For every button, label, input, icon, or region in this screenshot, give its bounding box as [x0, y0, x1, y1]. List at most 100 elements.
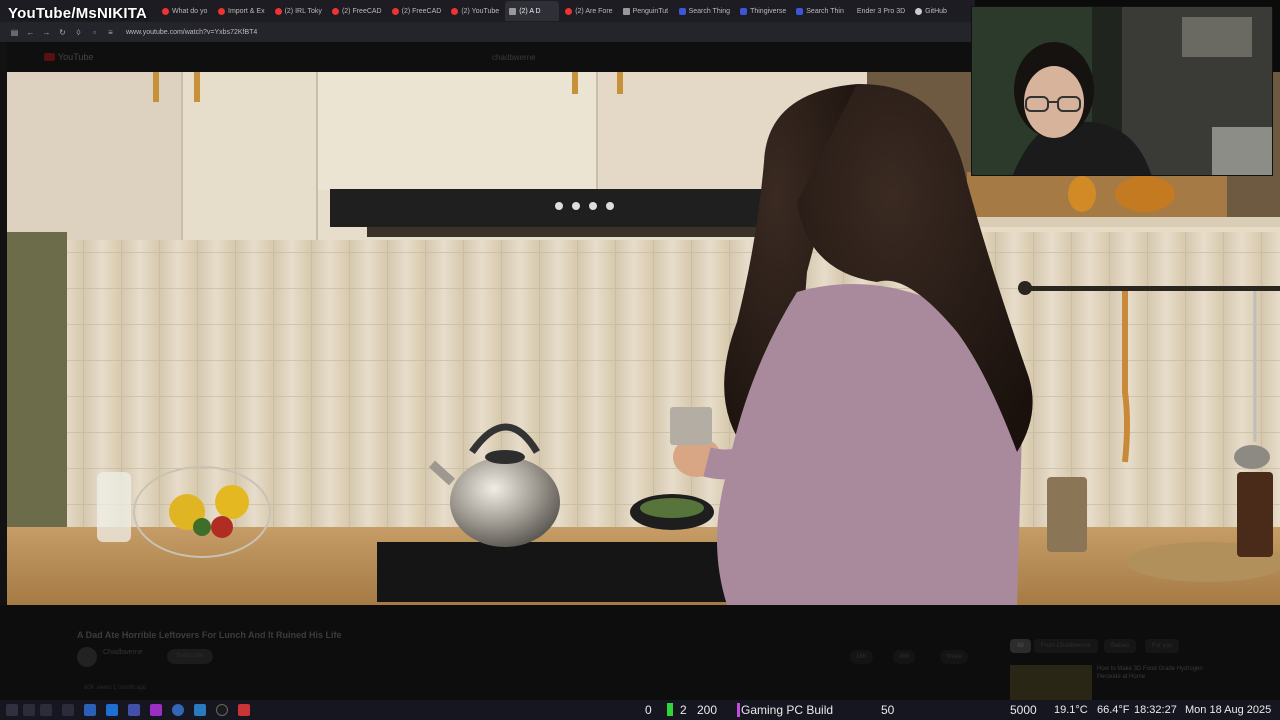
browser-tab[interactable]: Search Thin — [792, 1, 848, 21]
browser-tab-label: (2) IRL Toky — [284, 7, 322, 15]
browser-tab[interactable]: What do yo — [158, 1, 212, 21]
share-button[interactable]: Share — [940, 650, 969, 664]
thingiverse-icon — [796, 7, 804, 15]
youtube-header: YouTube chadbwerne — [0, 42, 975, 72]
browser-tab-label: (2) A D — [519, 7, 541, 15]
browser-tab-label: (2) Are Fore — [575, 7, 613, 15]
start-menu-icon[interactable] — [6, 704, 18, 716]
youtube-icon — [565, 7, 573, 15]
chat-app-icon[interactable] — [128, 704, 140, 716]
taskview-icon[interactable] — [23, 704, 35, 716]
steam-icon[interactable] — [194, 704, 206, 716]
webcam-overlay — [971, 6, 1273, 176]
browser-tab-label: Import & Ex — [228, 7, 265, 15]
reload-icon[interactable]: ↻ — [58, 28, 67, 37]
browser-tab[interactable]: (2) IRL Toky — [271, 1, 326, 21]
lock-icon[interactable]: ▫ — [90, 28, 99, 37]
browser-tab-label: (2) FreeCAD — [401, 7, 442, 15]
shield-icon[interactable]: ◊ — [74, 28, 83, 37]
green-indicator-bar — [667, 703, 673, 716]
browser-tab[interactable]: Import & Ex — [214, 1, 269, 21]
chip-from-channel[interactable]: From Chadbwerne — [1034, 639, 1098, 653]
subscribe-button[interactable]: Subscribe — [167, 649, 213, 664]
browser-tab[interactable]: (2) A D — [505, 1, 560, 21]
browser-tab[interactable]: Search Thing — [675, 1, 735, 21]
browser-tab-label: (2) FreeCAD — [341, 7, 382, 15]
browser-tab-label: GitHub — [925, 7, 947, 15]
back-arrow-icon[interactable]: ← — [26, 28, 35, 37]
counter-e: 5000 — [1010, 703, 1037, 717]
freecad-icon[interactable] — [238, 704, 250, 716]
github-desktop-icon[interactable] — [216, 704, 228, 716]
url-field[interactable]: www.youtube.com/watch?v=Yxbs72KfBT4 — [126, 29, 257, 36]
chip-for-you[interactable]: For you — [1145, 639, 1180, 653]
stream-overlay-title: YouTube/MsNIKITA — [8, 5, 148, 22]
browser-tab[interactable]: (2) Are Fore — [561, 1, 616, 21]
forward-arrow-icon[interactable]: → — [42, 28, 51, 37]
thingiverse-icon — [678, 7, 686, 15]
browser-tab[interactable]: (2) YouTube — [447, 1, 503, 21]
scene-label: Gaming PC Build — [741, 703, 834, 717]
youtube-icon — [451, 7, 459, 15]
webcam-feed-image — [972, 7, 1272, 175]
youtube-logo[interactable]: YouTube — [44, 52, 93, 62]
obs-icon[interactable] — [172, 704, 184, 716]
channel-name[interactable]: Chadbwerne — [103, 649, 143, 656]
youtube-icon — [331, 7, 339, 15]
browser-tab[interactable]: GitHub — [911, 1, 965, 21]
youtube-watch-page: A Dad Ate Horrible Leftovers For Lunch A… — [0, 605, 1280, 700]
vivaldi-icon[interactable] — [150, 704, 162, 716]
video-description: 60K views 1 month ago — [84, 685, 147, 691]
counter-b: 2 — [680, 703, 687, 717]
youtube-play-icon — [44, 53, 55, 61]
clock-date[interactable]: Mon 18 Aug 2025 — [1185, 704, 1271, 716]
screen: What do yo Import & Ex (2) IRL Toky (2) Fre… — [0, 0, 1280, 720]
browser-tab-label: What do yo — [172, 7, 208, 15]
browser-tab-label: Thingiverse — [750, 7, 787, 15]
browser-icon[interactable] — [106, 704, 118, 716]
taskbar: 0 2 200 Gaming PC Build 50 5000 19.1°C 6… — [0, 700, 1280, 720]
counter-c: 200 — [697, 703, 718, 717]
channel-avatar[interactable] — [77, 647, 97, 667]
clock-time[interactable]: 18:32:27 — [1134, 704, 1177, 716]
youtube-icon — [162, 7, 169, 15]
browser-address-bar: ▤ ← → ↻ ◊ ▫ ≡ www.youtube.com/watch?v=Yx… — [0, 22, 975, 42]
widgets-icon[interactable] — [40, 704, 52, 716]
video-title: A Dad Ate Horrible Leftovers For Lunch A… — [77, 630, 342, 640]
speaker-icon — [509, 7, 517, 15]
browser-tab[interactable]: Ender 3 Pro 3D — [850, 1, 909, 21]
left-edge-strip — [0, 42, 7, 605]
youtube-logo-text: YouTube — [58, 52, 94, 62]
dislike-button[interactable]: 499 — [893, 650, 916, 664]
browser-tab[interactable]: (2) FreeCAD — [328, 1, 386, 21]
penguin-icon — [622, 7, 630, 15]
temperature-fahrenheit: 66.4°F — [1097, 704, 1130, 716]
browser-tab-label: PenguinTut — [632, 7, 669, 15]
browser-tab[interactable]: Thingiverse — [736, 1, 790, 21]
browser-tab[interactable]: (2) FreeCAD — [388, 1, 446, 21]
search-icon[interactable] — [62, 704, 74, 716]
recommended-thumbnail[interactable] — [1010, 665, 1092, 700]
github-icon — [915, 7, 923, 15]
subscribe-label: Subscribe — [176, 653, 204, 659]
browser-tab-label: (2) YouTube — [461, 7, 500, 15]
youtube-icon — [391, 7, 399, 15]
thingiverse-icon — [740, 7, 748, 15]
counter-d: 50 — [881, 703, 895, 717]
browser-tab-label: Search Thin — [806, 7, 844, 15]
purple-indicator-bar — [737, 703, 740, 717]
chip-all[interactable]: All — [1010, 639, 1031, 653]
recommended-title[interactable]: How to Make 3D Food Grade Hydrogen Perox… — [1097, 665, 1207, 681]
counter-a: 0 — [645, 703, 652, 717]
sidebar-toggle-icon[interactable]: ▤ — [10, 28, 19, 37]
file-explorer-icon[interactable] — [84, 704, 96, 716]
browser-tab[interactable]: PenguinTut — [619, 1, 673, 21]
browser-tab-label: Ender 3 Pro 3D — [856, 7, 906, 15]
chip-babies[interactable]: Babies — [1104, 639, 1137, 653]
youtube-icon — [218, 7, 225, 15]
tracking-icon[interactable]: ≡ — [106, 28, 115, 37]
like-button[interactable]: 16K — [850, 650, 873, 664]
youtube-icon — [274, 7, 282, 15]
youtube-search-input[interactable]: chadbwerne — [492, 53, 536, 62]
temperature-celsius: 19.1°C — [1054, 704, 1088, 716]
